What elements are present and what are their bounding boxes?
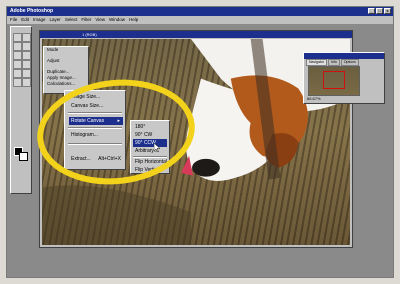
menu-item-canvas-size[interactable]: Canvas Size...	[69, 102, 123, 110]
minimize-button[interactable]: _	[368, 8, 375, 14]
menu-edit[interactable]: Edit	[21, 16, 29, 24]
move-tool-icon[interactable]	[22, 33, 31, 42]
menu-view[interactable]: View	[95, 16, 105, 24]
image-submenu: Image Size... Canvas Size... Rotate Canv…	[64, 90, 126, 170]
menu-bar: File Edit Image Layer Select Filter View…	[7, 16, 393, 24]
stamp-tool-icon[interactable]	[13, 69, 22, 78]
tab-info[interactable]: Info	[327, 59, 340, 66]
submenu-arrow-icon: ▸	[117, 118, 120, 124]
menu-item-histogram[interactable]: Histogram...	[69, 131, 123, 139]
menu-image[interactable]: Image	[33, 16, 46, 24]
menu-help[interactable]: Help	[129, 16, 138, 24]
zoom-level[interactable]: 66.67%	[307, 96, 321, 101]
navigator-thumbnail[interactable]	[308, 66, 360, 96]
menu-item-rotate-canvas[interactable]: Rotate Canvas ▸	[69, 117, 123, 125]
menu-window[interactable]: Window	[109, 16, 125, 24]
marquee-tool-icon[interactable]	[13, 33, 22, 42]
palette-tabs: Navigator Info Options	[306, 59, 359, 66]
menu-item-mode[interactable]: Mode	[44, 47, 88, 53]
menu-item-image-size[interactable]: Image Size...	[69, 93, 123, 101]
history-brush-tool-icon[interactable]	[22, 69, 31, 78]
menu-layer[interactable]: Layer	[50, 16, 61, 24]
tool-grid	[13, 33, 31, 87]
view-box[interactable]	[323, 71, 345, 89]
rotate-canvas-menu: 180° 90° CW 90° CCW Arbitrary... Flip Ho…	[130, 120, 170, 174]
app-title: Adobe Photoshop	[10, 8, 54, 14]
window-controls: _ □ x	[368, 8, 391, 14]
toolbox	[10, 26, 32, 194]
crop-tool-icon[interactable]	[13, 51, 22, 60]
photoshop-window: Adobe Photoshop _ □ x File Edit Image La…	[6, 6, 394, 278]
menu-item-rotate-180[interactable]: 180°	[133, 123, 167, 131]
brush-tool-icon[interactable]	[13, 60, 22, 69]
menu-file[interactable]: File	[10, 16, 17, 24]
menu-select[interactable]: Select	[65, 16, 78, 24]
menu-item-rotate-90-ccw[interactable]: 90° CCW	[133, 139, 167, 147]
slice-tool-icon[interactable]	[22, 51, 31, 60]
workspace: 1 (RGB) Navigator Info Options 66.67% Mo…	[7, 24, 393, 277]
background-color-swatch[interactable]	[19, 152, 28, 161]
lasso-tool-icon[interactable]	[13, 42, 22, 51]
magic-wand-tool-icon[interactable]	[22, 42, 31, 51]
menu-item-rotate-90-cw[interactable]: 90° CW	[133, 131, 167, 139]
menu-item-adjust[interactable]: Adjust	[44, 58, 88, 64]
document-titlebar: 1 (RGB)	[40, 31, 352, 38]
close-button[interactable]: x	[384, 8, 391, 14]
menu-item-flip-vertical[interactable]: Flip Vertical	[133, 166, 167, 174]
mouse-pointer-icon	[154, 143, 160, 152]
gradient-tool-icon[interactable]	[22, 78, 31, 87]
menu-item-flip-horizontal[interactable]: Flip Horizontal	[133, 158, 167, 166]
menu-item-calculations[interactable]: Calculations...	[44, 81, 88, 87]
pencil-tool-icon[interactable]	[22, 60, 31, 69]
menu-separator	[68, 112, 122, 114]
navigator-palette: Navigator Info Options 66.67%	[303, 52, 385, 104]
menu-separator	[68, 127, 122, 129]
tab-options[interactable]: Options	[340, 59, 359, 66]
menu-item-arbitrary[interactable]: Arbitrary...	[133, 147, 167, 155]
rotate-canvas-label: Rotate Canvas	[71, 118, 105, 124]
maximize-button[interactable]: □	[376, 8, 383, 14]
menu-item-extract[interactable]: Extract... Alt+Ctrl+X	[69, 155, 123, 163]
extract-label: Extract...	[71, 156, 91, 162]
menu-separator	[68, 143, 122, 145]
extract-shortcut: Alt+Ctrl+X	[98, 156, 121, 162]
eraser-tool-icon[interactable]	[13, 78, 22, 87]
tab-navigator[interactable]: Navigator	[306, 59, 327, 66]
image-menu: Mode Adjust Duplicate... Apply Image... …	[43, 46, 89, 94]
app-titlebar: Adobe Photoshop _ □ x	[7, 7, 393, 16]
document-title: 1 (RGB)	[82, 32, 97, 37]
menu-filter[interactable]: Filter	[81, 16, 91, 24]
